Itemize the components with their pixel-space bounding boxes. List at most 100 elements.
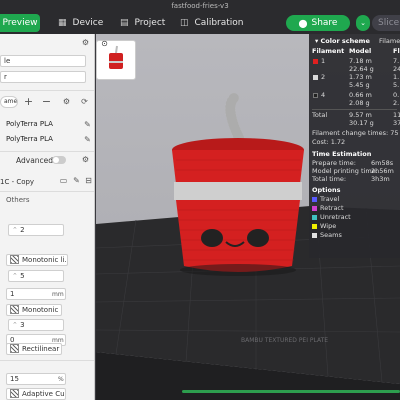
tab-calibration[interactable]: ◫ Calibration [180,14,243,32]
prepare-time-value: 6m58s [371,159,394,167]
tab-label: Preview [2,18,38,28]
model-time-label: Model printing time: [312,167,378,175]
flush-length: 7. [393,57,400,65]
option-retract[interactable]: Retract [320,204,344,212]
remove-icon[interactable]: − [41,96,52,107]
tab-label: Calibration [194,18,244,28]
total-flush-weight: 37 [393,119,400,127]
col-filament: Filament [312,47,345,55]
flush-length: 0. [393,91,400,99]
layer-slider[interactable] [182,390,400,393]
unit-label: mm [52,291,64,298]
filament-swatch [313,59,318,64]
flush-length: 1. [393,73,400,81]
printer-profile-field[interactable]: le [0,55,86,67]
save-icon[interactable]: ▭ [58,175,69,186]
pattern-icon [10,344,19,353]
total-label: Total [312,111,328,119]
infill-density-value: 15 [10,375,19,383]
slice-plate-button[interactable]: Slice pl [372,15,400,31]
col-flush: Fl [393,47,400,55]
total-weight: 30.17 g [349,119,374,127]
flush-weight: 24 [393,65,400,73]
compare-icon[interactable]: ⊟ [83,175,94,186]
filament-swatch [313,93,318,98]
wipe-swatch[interactable] [312,224,317,229]
filament-change-times: Filament change times: 75 [312,129,399,137]
settings-icon[interactable]: ⚙ [61,96,72,107]
total-time-value: 3h3m [371,175,390,183]
others-tab[interactable]: Others [6,196,30,204]
tab-project[interactable]: ▤ Project [120,14,165,32]
filament-id: 4 [321,91,326,99]
seams-swatch[interactable] [312,233,317,238]
option-unretract[interactable]: Unretract [320,213,351,221]
plate-type-field[interactable]: r [0,71,86,83]
prepare-time-label: Prepare time: [312,159,356,167]
infill-density-field[interactable]: 15 [6,373,66,385]
gear-icon[interactable]: ⚙ [80,37,91,48]
model-time-value: 2h56m [371,167,394,175]
model-weight: 2.08 g [349,99,370,107]
advanced-toggle[interactable] [52,156,66,164]
process-name[interactable]: 1C - Copy [0,178,34,186]
share-dropdown-button[interactable]: ⌄ [356,15,370,31]
bottom-pattern-value: Monotonic [22,306,59,314]
unretract-swatch[interactable] [312,215,317,220]
gear-icon[interactable]: ⚙ [80,154,91,165]
top-pattern-select[interactable]: Monotonic li... [6,254,68,266]
window-title: fastfood-fries-v3 [171,2,229,10]
total-flush-length: 11 [393,111,400,119]
tab-preview[interactable]: Preview [0,14,40,32]
total-time-label: Total time: [312,175,347,183]
top-thickness-value: 1 [10,290,15,298]
bottom-layers-field[interactable]: ⌃ 3 [8,319,64,331]
plates-chip[interactable]: ames [0,96,18,108]
infill-pattern-value: Adaptive Cu... [22,390,65,398]
option-seams[interactable]: Seams [320,231,342,239]
filament-name: PolyTerra PLA [6,120,53,128]
share-icon: ⬤ [298,18,308,28]
pattern-icon [10,255,19,264]
sync-icon[interactable]: ⟳ [79,96,90,107]
advanced-label: Advanced [16,156,54,165]
tab-device[interactable]: ▦ Device [58,14,103,32]
infill-pattern-select[interactable]: Adaptive Cu... [6,388,66,400]
filament-row-1[interactable]: PolyTerra PLA ✎ [0,118,94,132]
options-label: Options [312,186,341,194]
slice-label: Slice pl [378,18,400,28]
option-wipe[interactable]: Wipe [320,222,336,230]
edit-icon[interactable]: ✎ [82,119,93,130]
filament-row-2[interactable]: PolyTerra PLA ✎ [0,133,94,147]
internal-pattern-value: Rectilinear [22,345,60,353]
top-layers-field[interactable]: ⌃ 5 [8,270,64,282]
bottom-pattern-select[interactable]: Monotonic [6,304,62,316]
top-pattern-value: Monotonic li... [22,256,68,264]
bottom-layers-value: 3 [20,321,25,329]
edit-icon[interactable]: ✎ [71,175,82,186]
filament-swatch [313,75,318,80]
color-scheme-label: ▾ Color scheme [315,37,370,45]
wall-loops-value: 2 [20,226,25,234]
filament-id: 2 [321,73,326,81]
internal-pattern-select[interactable]: Rectilinear [6,343,62,355]
tab-label: Device [72,18,104,28]
edit-icon[interactable]: ✎ [82,134,93,145]
top-bar: fastfood-fries-v3 Preview ▦ Device ▤ Pro… [0,0,400,34]
col-model: Model [349,47,372,55]
add-icon[interactable]: + [23,96,34,107]
grid-icon: ▦ [58,18,67,28]
travel-swatch[interactable] [312,197,317,202]
chevron-down-icon: ⌄ [360,19,366,27]
share-button[interactable]: ⬤ Share [286,15,350,31]
filament-id: 1 [321,57,326,65]
pattern-icon [10,389,19,398]
document-icon: ▤ [120,18,129,28]
wall-loops-field[interactable]: ⌃ 2 [8,224,64,236]
model-weight: 22.64 g [349,65,374,73]
plate-label: BAMBU TEXTURED PEI PLATE [241,337,328,344]
calibration-icon: ◫ [180,18,189,28]
option-travel[interactable]: Travel [320,195,339,203]
retract-swatch[interactable] [312,206,317,211]
filament-scheme-select[interactable]: Filame [379,37,400,45]
